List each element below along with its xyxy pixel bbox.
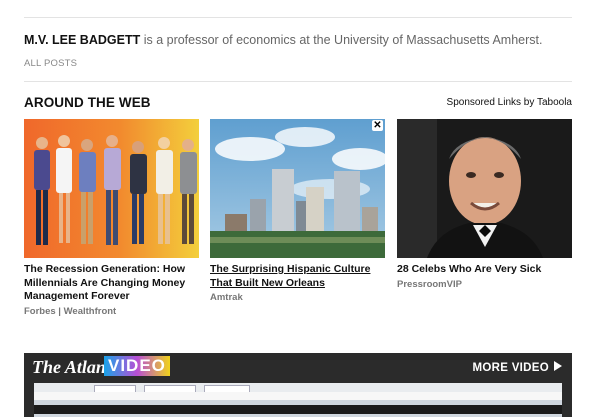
- around-the-web-heading: AROUND THE WEB: [24, 95, 151, 110]
- more-video-label: MORE VIDEO: [472, 362, 549, 374]
- sponsored-card-3[interactable]: 28 Celebs Who Are Very Sick PressroomVIP: [397, 119, 572, 290]
- site-nav-bar: [34, 405, 562, 414]
- atlantic-video-module[interactable]: The Atlantic VIDEO MORE VIDEO: [24, 353, 572, 417]
- card-2-source: Amtrak: [210, 292, 243, 303]
- play-arrow-icon: [554, 361, 562, 371]
- more-video-link[interactable]: MORE VIDEO: [473, 361, 562, 374]
- card-3-source: PressroomVIP: [397, 278, 462, 290]
- card-2-title[interactable]: The Surprising Hispanic Culture That Bui…: [210, 263, 385, 290]
- browser-address-bar: [34, 392, 562, 400]
- author-bio-text: is a professor of economics at the Unive…: [140, 33, 543, 47]
- close-icon[interactable]: ✕: [372, 120, 383, 131]
- sponsored-card-2[interactable]: ✕ The Surprising Hispanic Culture That B…: [210, 119, 385, 303]
- card-2-thumbnail[interactable]: ✕: [210, 119, 385, 258]
- top-divider: [24, 17, 572, 18]
- card-1-source: Forbes | Wealthfront: [24, 305, 117, 317]
- section-divider: [24, 81, 572, 82]
- card-1-title[interactable]: The Recession Generation: How Millennial…: [24, 263, 199, 304]
- author-bio: M.V. LEE BADGETT is a professor of econo…: [24, 33, 542, 47]
- card-3-title[interactable]: 28 Celebs Who Are Very Sick: [397, 263, 572, 277]
- all-posts-link[interactable]: ALL POSTS: [24, 58, 77, 69]
- video-logo: VIDEO: [104, 356, 170, 376]
- sponsored-links-label[interactable]: Sponsored Links by Taboola: [447, 97, 572, 108]
- card-1-thumbnail[interactable]: [24, 119, 199, 258]
- sponsored-card-1[interactable]: The Recession Generation: How Millennial…: [24, 119, 199, 317]
- author-name[interactable]: M.V. LEE BADGETT: [24, 33, 140, 47]
- video-preview[interactable]: [34, 383, 562, 417]
- card-3-thumbnail[interactable]: [397, 119, 572, 258]
